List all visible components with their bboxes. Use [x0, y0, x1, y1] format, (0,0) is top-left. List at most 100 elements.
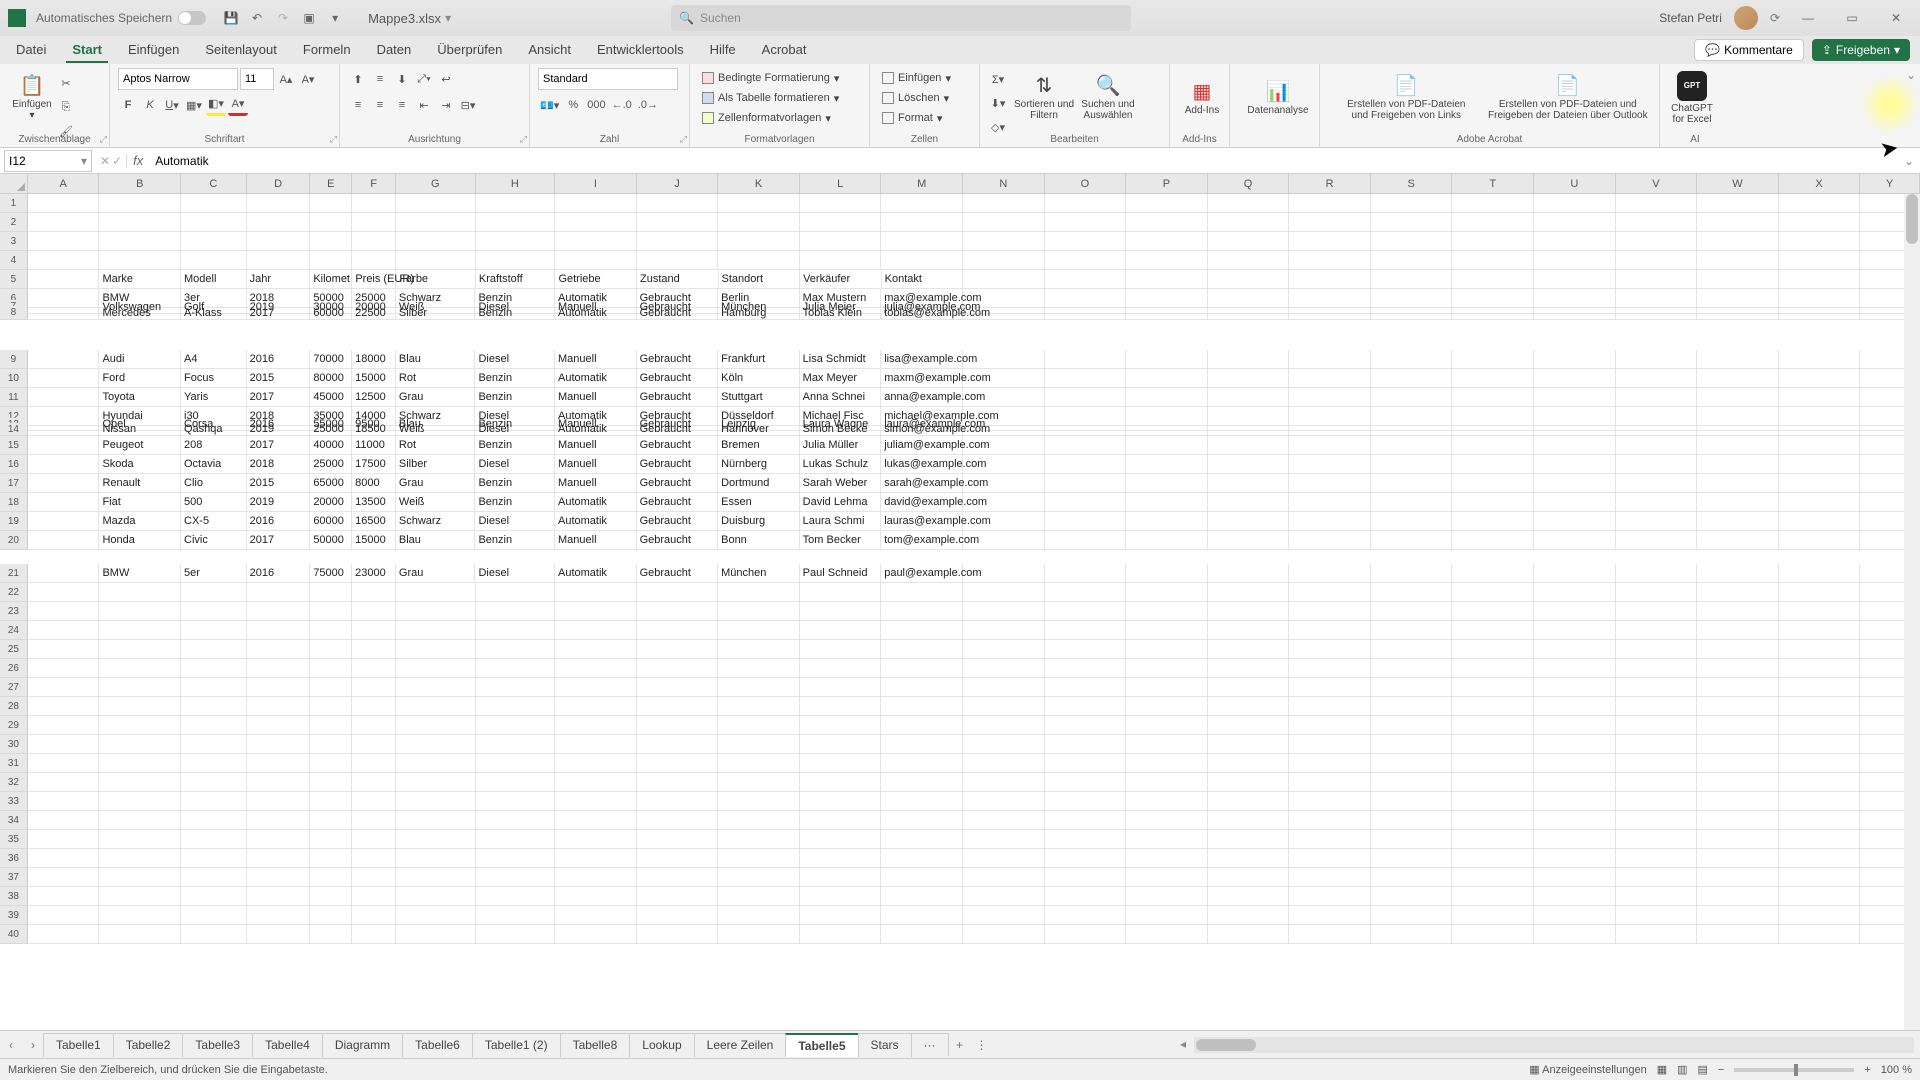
- cell[interactable]: [1045, 270, 1127, 289]
- cell[interactable]: [963, 194, 1045, 213]
- cell[interactable]: [247, 716, 311, 735]
- cell[interactable]: [800, 602, 882, 621]
- column-header[interactable]: A: [28, 174, 100, 194]
- cell[interactable]: [1371, 735, 1453, 754]
- cell[interactable]: [181, 849, 247, 868]
- cell[interactable]: Gebraucht: [637, 388, 719, 407]
- cell[interactable]: [881, 697, 963, 716]
- cell[interactable]: [28, 493, 100, 512]
- cell[interactable]: [247, 659, 311, 678]
- font-name-select[interactable]: [118, 68, 238, 90]
- cell[interactable]: [476, 849, 556, 868]
- cell[interactable]: [963, 564, 1045, 583]
- cell[interactable]: [963, 868, 1045, 887]
- cell[interactable]: [800, 735, 882, 754]
- cell[interactable]: [1045, 849, 1127, 868]
- cell[interactable]: [800, 868, 882, 887]
- cell[interactable]: [28, 436, 100, 455]
- cell[interactable]: [1371, 194, 1453, 213]
- cell[interactable]: A4: [181, 350, 247, 369]
- cell[interactable]: Fiat: [99, 493, 181, 512]
- cell[interactable]: [1208, 232, 1290, 251]
- cell[interactable]: [1289, 887, 1371, 906]
- cell[interactable]: [1289, 564, 1371, 583]
- cell[interactable]: [1697, 350, 1779, 369]
- cell[interactable]: [1045, 735, 1127, 754]
- cell[interactable]: [1452, 735, 1534, 754]
- cell[interactable]: [637, 811, 719, 830]
- spreadsheet-grid[interactable]: ABCDEFGHIJKLMNOPQRSTUVWXY 12345MarkeMode…: [0, 174, 1920, 1030]
- cell[interactable]: [1289, 811, 1371, 830]
- search-input[interactable]: 🔍 Suchen: [671, 5, 1131, 31]
- cell[interactable]: [1208, 773, 1290, 792]
- cell[interactable]: [247, 792, 311, 811]
- cell[interactable]: [1779, 640, 1861, 659]
- cell[interactable]: [247, 735, 311, 754]
- cell[interactable]: Automatik: [555, 493, 637, 512]
- cell[interactable]: [881, 830, 963, 849]
- align-left-icon[interactable]: ≡: [348, 94, 368, 116]
- cell[interactable]: Mercedes: [99, 306, 181, 320]
- cut-icon[interactable]: ✂: [56, 72, 76, 94]
- cell[interactable]: 12500: [352, 388, 396, 407]
- cell[interactable]: [352, 830, 396, 849]
- cell[interactable]: [1208, 887, 1290, 906]
- cell[interactable]: [476, 194, 556, 213]
- cell[interactable]: 25000: [310, 423, 352, 436]
- cell[interactable]: [555, 602, 637, 621]
- cell[interactable]: [1045, 678, 1127, 697]
- ribbon-tab-einfügen[interactable]: Einfügen: [122, 38, 185, 63]
- column-header[interactable]: L: [800, 174, 882, 194]
- cell[interactable]: [1208, 659, 1290, 678]
- cell[interactable]: [1452, 887, 1534, 906]
- ribbon-tab-hilfe[interactable]: Hilfe: [704, 38, 742, 63]
- cell[interactable]: [1045, 436, 1127, 455]
- cell[interactable]: [476, 868, 556, 887]
- save-icon[interactable]: 💾: [220, 7, 242, 29]
- cell[interactable]: 70000: [310, 350, 352, 369]
- cell[interactable]: [1697, 621, 1779, 640]
- cell[interactable]: [1126, 213, 1208, 232]
- cell[interactable]: [1452, 830, 1534, 849]
- cell[interactable]: [1371, 716, 1453, 735]
- cell[interactable]: [800, 583, 882, 602]
- cell[interactable]: Schwarz: [396, 512, 476, 531]
- cell[interactable]: [476, 716, 556, 735]
- row-header[interactable]: 35: [0, 830, 28, 849]
- cell[interactable]: [1045, 306, 1127, 320]
- cell[interactable]: [352, 697, 396, 716]
- cell[interactable]: 40000: [310, 436, 352, 455]
- cell[interactable]: [352, 621, 396, 640]
- cell[interactable]: [1208, 194, 1290, 213]
- cell[interactable]: [1371, 423, 1453, 436]
- cell[interactable]: [1452, 350, 1534, 369]
- cell[interactable]: [352, 678, 396, 697]
- cell[interactable]: [1045, 213, 1127, 232]
- cell[interactable]: [28, 213, 100, 232]
- cell[interactable]: [181, 659, 247, 678]
- avatar[interactable]: [1734, 6, 1758, 30]
- cell[interactable]: [555, 849, 637, 868]
- cell[interactable]: [1126, 474, 1208, 493]
- cell[interactable]: [1452, 925, 1534, 944]
- cell[interactable]: [1208, 849, 1290, 868]
- cell[interactable]: [1045, 640, 1127, 659]
- cell[interactable]: [181, 792, 247, 811]
- cell[interactable]: [555, 887, 637, 906]
- cell[interactable]: [1371, 906, 1453, 925]
- cell[interactable]: [1371, 697, 1453, 716]
- cell[interactable]: [396, 735, 476, 754]
- cell[interactable]: [963, 792, 1045, 811]
- row-header[interactable]: 14: [0, 423, 28, 436]
- cell[interactable]: [247, 640, 311, 659]
- cell[interactable]: [1452, 868, 1534, 887]
- cell[interactable]: [963, 640, 1045, 659]
- cell[interactable]: 65000: [310, 474, 352, 493]
- cell[interactable]: [181, 640, 247, 659]
- cell[interactable]: [800, 830, 882, 849]
- cell[interactable]: Marke: [99, 270, 181, 289]
- cell[interactable]: [881, 716, 963, 735]
- cell[interactable]: [181, 232, 247, 251]
- cell[interactable]: [1289, 678, 1371, 697]
- increase-font-icon[interactable]: A▴: [276, 68, 296, 90]
